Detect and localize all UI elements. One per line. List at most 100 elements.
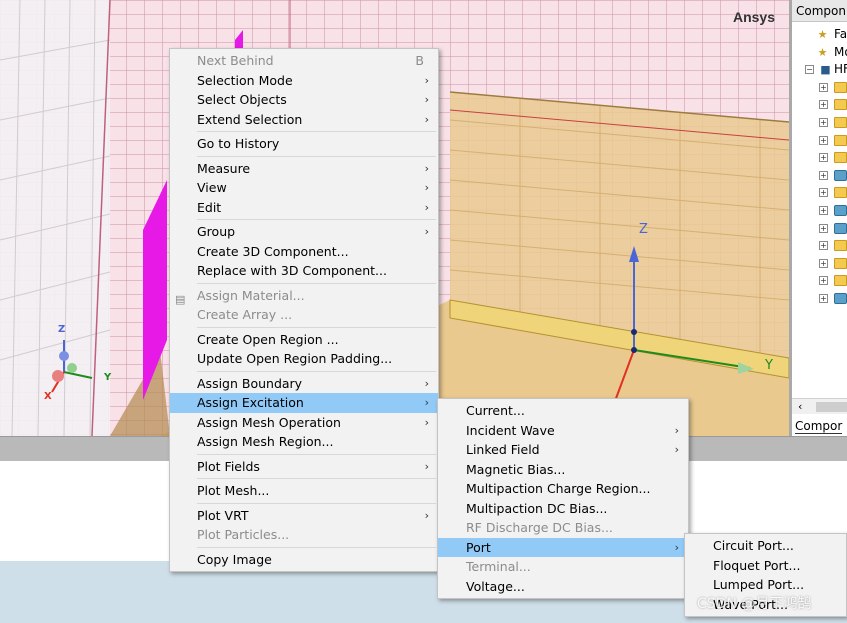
collapse-icon[interactable]: − [805,65,814,75]
menu-item-create-open-region[interactable]: Create Open Region ... [170,330,438,350]
menu-item-assign-material: ▤ Assign Material... [170,286,438,306]
menu-item-assign-mesh-operation[interactable]: Assign Mesh Operation › [170,413,438,433]
menu-item-label: Incident Wave [466,422,555,438]
menu-item-plot-mesh[interactable]: Plot Mesh... [170,481,438,501]
menu-item-measure[interactable]: Measure › [170,159,438,179]
assign-excitation-submenu: Current... Incident Wave › Linked Field › Mag… [437,398,689,599]
tree-folder[interactable]: + [792,237,847,255]
menu-item-circuit-port[interactable]: Circuit Port... [685,536,846,556]
menu-item-label: Assign Material... [197,287,305,303]
component-tree[interactable]: ★ Fav ★ Mo■− HF + + + + + + + + + + + + + [792,26,847,308]
tree-item[interactable]: ★ Fav [792,26,847,44]
menu-item-plot-vrt[interactable]: Plot VRT › [170,506,438,526]
chevron-right-icon: › [424,396,429,409]
menu-item-label: Assign Excitation [197,395,304,410]
menu-item-label: Assign Mesh Region... [197,434,334,449]
scroll-left-icon[interactable]: ‹ [798,400,802,413]
tree-folder[interactable]: + [792,96,847,114]
menu-item-lumped-port[interactable]: Lumped Port... [685,575,846,595]
triad-x-label: X [44,391,52,402]
menu-item-select-objects[interactable]: Select Objects › [170,90,438,110]
tree-folder[interactable]: + [792,272,847,290]
tab-components[interactable]: Compor [795,419,843,434]
menu-item-assign-excitation[interactable]: Assign Excitation › [170,393,438,413]
menu-item-incident-wave[interactable]: Incident Wave › [438,421,688,441]
expand-icon[interactable]: + [819,258,828,268]
menu-item-port[interactable]: Port › [438,537,688,557]
chevron-right-icon: › [424,200,429,214]
menu-item-label: Port [466,539,491,555]
menu-item-label: Next Behind [197,53,274,68]
expand-icon[interactable]: + [819,170,828,180]
menu-item-label: Circuit Port... [713,538,794,553]
folder-icon [834,204,847,216]
expand-icon[interactable]: + [819,188,828,198]
menu-item-label: Replace with 3D Component... [197,263,387,278]
menu-separator [197,131,436,132]
menu-item-update-open-region-padding[interactable]: Update Open Region Padding... [170,349,438,369]
tree-folder[interactable]: + [792,167,847,185]
tree-item[interactable]: ■− HF [792,61,847,79]
expand-icon[interactable]: + [819,293,828,303]
menu-item-plot-fields[interactable]: Plot Fields › [170,457,438,477]
menu-item-label: Plot Fields [197,458,260,474]
menu-item-create-3d-component[interactable]: Create 3D Component... [170,242,438,262]
menu-item-view[interactable]: View › [170,178,438,198]
folder-icon [834,222,847,234]
tree-item-label: Fav [834,27,847,41]
menu-item-label: Extend Selection [197,111,303,127]
menu-item-edit[interactable]: Edit › [170,198,438,218]
menu-item-copy-image[interactable]: Copy Image [170,550,438,570]
tree-folder[interactable]: + [792,184,847,202]
menu-item-linked-field[interactable]: Linked Field › [438,440,688,460]
menu-item-group[interactable]: Group › [170,222,438,242]
menu-item-current[interactable]: Current... [438,401,688,421]
menu-item-label: Create Array ... [197,307,293,322]
menu-separator [197,546,436,548]
menu-item-label: Multipaction Charge Region... [466,481,651,496]
chevron-right-icon: › [424,415,429,429]
folder-icon [834,169,847,181]
horizontal-scrollbar[interactable]: ‹ [792,398,847,414]
menu-item-voltage[interactable]: Voltage... [438,577,688,597]
chevron-right-icon: › [424,112,429,126]
menu-item-label: Plot Mesh... [197,483,270,498]
expand-icon[interactable]: + [819,205,828,215]
tree-folder[interactable]: + [792,132,847,150]
tree-item[interactable]: ★ Mo [792,44,847,62]
menu-item-label: Measure [197,160,251,176]
chevron-right-icon: › [424,508,429,522]
expand-icon[interactable]: + [819,100,828,110]
expand-icon[interactable]: + [819,82,828,92]
menu-item-extend-selection[interactable]: Extend Selection › [170,110,438,130]
menu-item-label: Assign Mesh Operation [197,414,341,430]
tree-folder[interactable]: + [792,290,847,308]
expand-icon[interactable]: + [819,153,828,163]
menu-item-go-to-history[interactable]: Go to History [170,134,438,154]
expand-icon[interactable]: + [819,135,828,145]
tree-folder[interactable]: + [792,79,847,97]
expand-icon[interactable]: + [819,117,828,127]
expand-icon[interactable]: + [819,223,828,233]
tree-folder[interactable]: + [792,220,847,238]
tree-folder[interactable]: + [792,202,847,220]
menu-item-multipaction-charge-region[interactable]: Multipaction Charge Region... [438,479,688,499]
menu-item-selection-mode[interactable]: Selection Mode › [170,71,438,91]
ansys-logo: Ansys [732,9,775,25]
menu-item-assign-mesh-region[interactable]: Assign Mesh Region... [170,432,438,452]
menu-item-multipaction-dc-bias[interactable]: Multipaction DC Bias... [438,499,688,519]
tree-folder[interactable]: + [792,149,847,167]
tree-folder[interactable]: + [792,114,847,132]
menu-item-floquet-port[interactable]: Floquet Port... [685,556,846,576]
expand-icon[interactable]: + [819,276,828,286]
menu-item-plot-particles: Plot Particles... [170,525,438,545]
menu-item-assign-boundary[interactable]: Assign Boundary › [170,374,438,394]
component-library-panel: Compon... ★ Fav ★ Mo■− HF + + + + + + + + + + + + + ‹ Com… [789,0,847,436]
menu-item-replace-with-3d-component[interactable]: Replace with 3D Component... [170,261,438,281]
menu-item-label: Update Open Region Padding... [197,351,393,366]
menu-separator [197,155,436,157]
menu-item-magnetic-bias[interactable]: Magnetic Bias... [438,460,688,480]
tree-folder[interactable]: + [792,255,847,273]
expand-icon[interactable]: + [819,241,828,251]
scroll-thumb[interactable] [816,402,847,412]
